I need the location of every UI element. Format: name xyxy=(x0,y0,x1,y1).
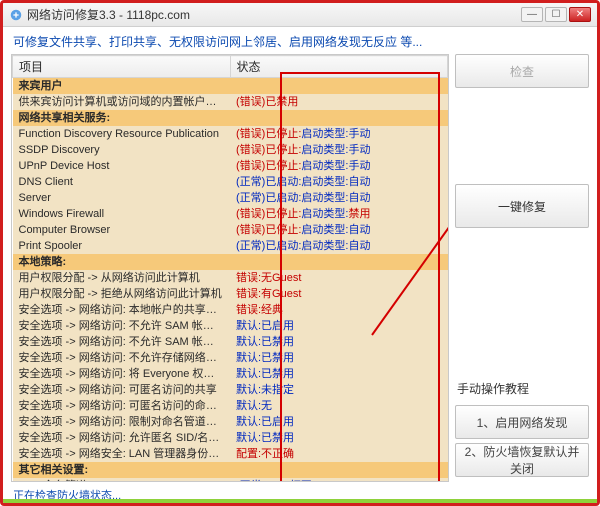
row-status: 配置:不正确 xyxy=(230,446,448,462)
row-label: Computer Browser xyxy=(13,222,231,238)
row-status: (正常)已启动:启动类型:自动 xyxy=(230,174,448,190)
row-label: 安全选项 -> 网络访问: 可匿名访问的共享 xyxy=(13,382,231,398)
row-status: (正常)已启动:启动类型:自动 xyxy=(230,238,448,254)
row-label: 安全选项 -> 网络访问: 将 Everyone 权限应用于匿名用户 xyxy=(13,366,231,382)
row-status: (错误)已停止:启动类型:自动 xyxy=(230,222,448,238)
minimize-button[interactable]: — xyxy=(521,7,543,22)
title-bar: 网络访问修复3.3 - 1118pc.com — ☐ ✕ xyxy=(3,3,597,27)
table-row[interactable]: Server(正常)已启动:启动类型:自动 xyxy=(13,190,448,206)
row-label: 安全选项 -> 网络访问: 限制对命名管道和共享的匿名访问 xyxy=(13,414,231,430)
row-label: Server xyxy=(13,190,231,206)
window-title: 网络访问修复3.3 - 1118pc.com xyxy=(27,6,519,23)
section-header: 本地策略: xyxy=(13,254,448,270)
row-label: 安全选项 -> 网络访问: 不允许 SAM 帐户和共享的匿名枚举 xyxy=(13,334,231,350)
check-button[interactable]: 检查 xyxy=(455,54,589,88)
row-label: Print Spooler xyxy=(13,238,231,254)
table-row[interactable]: 安全选项 -> 网络访问: 不允许 SAM 帐户的匿名枚举默认:已启用 xyxy=(13,318,448,334)
section-header: 来宾用户 xyxy=(13,78,448,95)
table-row[interactable]: 安全选项 -> 网络访问: 本地帐户的共享和安全模型错误:经典 xyxy=(13,302,448,318)
row-status: (错误)已停止:启动类型:禁用 xyxy=(230,206,448,222)
col-item[interactable]: 项目 xyxy=(13,56,231,78)
row-status: 默认:已禁用 xyxy=(230,350,448,366)
row-status: (错误)已停止:启动类型:手动 xyxy=(230,158,448,174)
row-status: 错误:有Guest xyxy=(230,286,448,302)
progress-bar xyxy=(3,499,597,503)
tutorial-header: 手动操作教程 xyxy=(455,376,589,401)
app-icon xyxy=(9,8,23,22)
row-status: (正常)已启动:启动类型:自动 xyxy=(230,190,448,206)
fix-button[interactable]: 一键修复 xyxy=(455,184,589,228)
row-status: 默认:无 xyxy=(230,398,448,414)
row-label: 用户权限分配 -> 从网络访问此计算机 xyxy=(13,270,231,286)
section-header: 其它相关设置: xyxy=(13,462,448,478)
table-row[interactable]: 安全选项 -> 网络访问: 不允许存储网络身份验证的密码和凭据默认:已禁用 xyxy=(13,350,448,366)
table-row[interactable]: 安全选项 -> 网络访问: 不允许 SAM 帐户和共享的匿名枚举默认:已禁用 xyxy=(13,334,448,350)
row-status: 错误:无Guest xyxy=(230,270,448,286)
row-label: 用户权限分配 -> 拒绝从网络访问此计算机 xyxy=(13,286,231,302)
section-header: 网络共享相关服务: xyxy=(13,110,448,126)
row-status: 默认:已禁用 xyxy=(230,334,448,350)
table-row[interactable]: 用户权限分配 -> 拒绝从网络访问此计算机错误:有Guest xyxy=(13,286,448,302)
row-status: (错误)已停止:启动类型:手动 xyxy=(230,126,448,142)
row-label: 安全选项 -> 网络访问: 本地帐户的共享和安全模型 xyxy=(13,302,231,318)
row-label: 安全选项 -> 网络安全: LAN 管理器身份验证级别 xyxy=(13,446,231,462)
maximize-button[interactable]: ☐ xyxy=(545,7,567,22)
row-label: SSDP Discovery xyxy=(13,142,231,158)
row-status: (错误)已停止:启动类型:手动 xyxy=(230,142,448,158)
row-status: 默认:已启用 xyxy=(230,414,448,430)
sidebar: 检查 一键修复 手动操作教程 1、启用网络发现 2、防火墙恢复默认并关闭 xyxy=(455,54,589,482)
col-status[interactable]: 状态 xyxy=(230,56,448,78)
table-row[interactable]: Computer Browser(错误)已停止:启动类型:自动 xyxy=(13,222,448,238)
app-window: 网络访问修复3.3 - 1118pc.com — ☐ ✕ 可修复文件共享、打印共… xyxy=(0,0,600,506)
table-row[interactable]: 安全选项 -> 网络访问: 将 Everyone 权限应用于匿名用户默认:已禁用 xyxy=(13,366,448,382)
results-table-wrap: 项目 状态 来宾用户供来宾访问计算机或访问域的内置帐户Guest(错误)已禁用网… xyxy=(11,54,449,482)
row-label: 安全选项 -> 网络访问: 不允许 SAM 帐户的匿名枚举 xyxy=(13,318,231,334)
table-row[interactable]: IPC$命名管道(正常)IPC$打开 xyxy=(13,478,448,482)
row-status: 默认:未指定 xyxy=(230,382,448,398)
close-button[interactable]: ✕ xyxy=(569,7,591,22)
row-status: 默认:已禁用 xyxy=(230,366,448,382)
row-label: Windows Firewall xyxy=(13,206,231,222)
row-label: Function Discovery Resource Publication xyxy=(13,126,231,142)
table-row[interactable]: DNS Client(正常)已启动:启动类型:自动 xyxy=(13,174,448,190)
row-status: (正常)IPC$打开 xyxy=(230,478,448,482)
table-row[interactable]: 安全选项 -> 网络访问: 可匿名访问的命名管道默认:无 xyxy=(13,398,448,414)
table-row[interactable]: 安全选项 -> 网络安全: LAN 管理器身份验证级别配置:不正确 xyxy=(13,446,448,462)
row-status: 默认:已启用 xyxy=(230,318,448,334)
row-label: UPnP Device Host xyxy=(13,158,231,174)
row-label: 安全选项 -> 网络访问: 可匿名访问的命名管道 xyxy=(13,398,231,414)
row-status: 默认:已禁用 xyxy=(230,430,448,446)
table-row[interactable]: Function Discovery Resource Publication(… xyxy=(13,126,448,142)
table-row[interactable]: 安全选项 -> 网络访问: 可匿名访问的共享默认:未指定 xyxy=(13,382,448,398)
table-row[interactable]: SSDP Discovery(错误)已停止:启动类型:手动 xyxy=(13,142,448,158)
row-status: 错误:经典 xyxy=(230,302,448,318)
tutorial-2-button[interactable]: 2、防火墙恢复默认并关闭 xyxy=(455,443,589,477)
tutorial-1-button[interactable]: 1、启用网络发现 xyxy=(455,405,589,439)
table-row[interactable]: 用户权限分配 -> 从网络访问此计算机错误:无Guest xyxy=(13,270,448,286)
row-label: 供来宾访问计算机或访问域的内置帐户Guest xyxy=(13,94,231,110)
content-area: 项目 状态 来宾用户供来宾访问计算机或访问域的内置帐户Guest(错误)已禁用网… xyxy=(3,54,597,486)
table-row[interactable]: 安全选项 -> 网络访问: 允许匿名 SID/名称转换默认:已禁用 xyxy=(13,430,448,446)
table-row[interactable]: Windows Firewall(错误)已停止:启动类型:禁用 xyxy=(13,206,448,222)
row-label: 安全选项 -> 网络访问: 允许匿名 SID/名称转换 xyxy=(13,430,231,446)
table-row[interactable]: Print Spooler(正常)已启动:启动类型:自动 xyxy=(13,238,448,254)
row-status: (错误)已禁用 xyxy=(230,94,448,110)
row-label: 安全选项 -> 网络访问: 不允许存储网络身份验证的密码和凭据 xyxy=(13,350,231,366)
table-row[interactable]: 安全选项 -> 网络访问: 限制对命名管道和共享的匿名访问默认:已启用 xyxy=(13,414,448,430)
row-label: IPC$命名管道 xyxy=(13,478,231,482)
table-row[interactable]: UPnP Device Host(错误)已停止:启动类型:手动 xyxy=(13,158,448,174)
banner-text: 可修复文件共享、打印共享、无权限访问网上邻居、启用网络发现无反应 等... xyxy=(3,27,597,54)
table-row[interactable]: 供来宾访问计算机或访问域的内置帐户Guest(错误)已禁用 xyxy=(13,94,448,110)
results-table: 项目 状态 来宾用户供来宾访问计算机或访问域的内置帐户Guest(错误)已禁用网… xyxy=(12,55,448,482)
row-label: DNS Client xyxy=(13,174,231,190)
